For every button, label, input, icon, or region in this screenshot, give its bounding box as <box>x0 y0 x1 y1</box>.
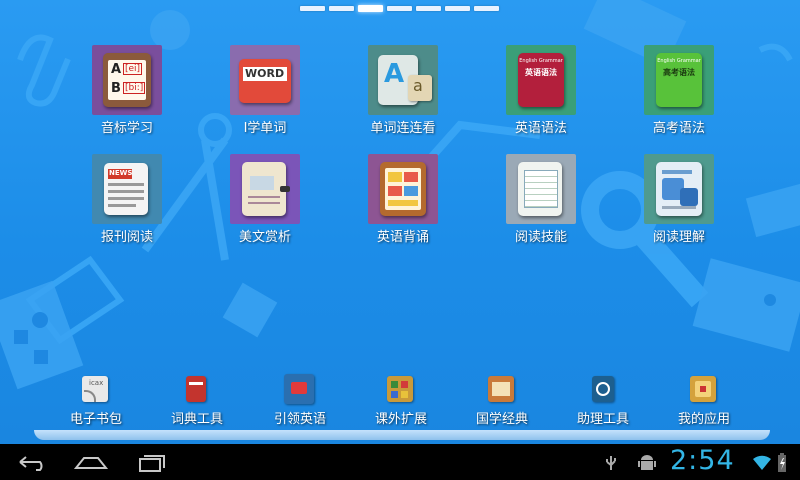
match-letter-big: A <box>384 59 405 89</box>
app-label: 阅读技能 <box>514 230 567 245</box>
grammar-cn-text: 英语语法 <box>525 68 557 77</box>
dock-label: 国学经典 <box>475 412 528 427</box>
recitation-icon <box>380 162 426 216</box>
phonetics-ipa-b: [bi:] <box>123 82 146 94</box>
app-grid: A [ei] B [bi:] 音标学习 WORD I学单词 A a 单词连连看 … <box>0 0 800 260</box>
app-label: 英语语法 <box>514 121 567 136</box>
app-label: 报刊阅读 <box>100 230 153 245</box>
battery-charging-icon <box>778 453 786 472</box>
app-reading-comprehension[interactable]: 阅读理解 <box>618 154 738 254</box>
app-label: 音标学习 <box>100 121 153 136</box>
app-tile-background <box>230 154 300 224</box>
app-newspaper-reading[interactable]: NEWS 报刊阅读 <box>66 154 186 254</box>
dock-item-assistant-tools[interactable]: 助理工具 <box>558 374 648 430</box>
back-icon[interactable] <box>12 450 52 474</box>
app-label: 高考语法 <box>652 121 705 136</box>
match-letter-small: a <box>413 76 423 95</box>
phonetics-icon: A [ei] B [bi:] <box>103 53 151 107</box>
app-iwords[interactable]: WORD I学单词 <box>204 45 324 145</box>
ebook-bag-text: icax <box>89 379 104 387</box>
app-tile-background: NEWS <box>92 154 162 224</box>
dock-item-classics[interactable]: 国学经典 <box>457 374 547 430</box>
dock: icax 电子书包 词典工具 引领英语 课外扩展 国学经典 助理工具 我的应用 <box>0 374 800 434</box>
word-book-text: WORD <box>245 67 285 80</box>
dock-label: 引领英语 <box>273 412 326 427</box>
app-label: 英语背诵 <box>376 230 429 245</box>
app-reading-skills[interactable]: 阅读技能 <box>480 154 600 254</box>
dictionary-icon <box>186 376 206 402</box>
app-tile-background: English Grammar 高考语法 <box>644 45 714 115</box>
app-tile-background: English Grammar 英语语法 <box>506 45 576 115</box>
exam-grammar-book-icon: English Grammar 高考语法 <box>656 53 702 107</box>
app-essay-appreciation[interactable]: 美文赏析 <box>204 154 324 254</box>
classics-icon <box>488 376 514 402</box>
assistant-tools-icon <box>592 376 614 402</box>
app-english-grammar[interactable]: English Grammar 英语语法 英语语法 <box>480 45 600 145</box>
app-label: I学单词 <box>243 121 287 136</box>
news-text: NEWS <box>109 169 133 177</box>
dock-label: 我的应用 <box>677 412 730 427</box>
newspaper-icon: NEWS <box>104 163 148 215</box>
system-navbar: 2:54 <box>0 444 800 480</box>
notebook-icon <box>242 162 290 216</box>
reading-document-icon <box>518 162 562 216</box>
dock-label: 助理工具 <box>576 412 629 427</box>
grammar-en-text: English Grammar <box>519 58 563 64</box>
dock-label: 电子书包 <box>69 412 122 427</box>
app-label: 单词连连看 <box>370 121 436 136</box>
dock-label: 课外扩展 <box>374 412 427 427</box>
dock-item-ebook-bag[interactable]: icax 电子书包 <box>51 374 141 430</box>
dock-item-my-apps[interactable]: 我的应用 <box>659 374 749 430</box>
android-debug-icon <box>638 455 656 470</box>
home-icon[interactable] <box>70 450 110 474</box>
app-tile-background <box>368 154 438 224</box>
app-label: 美文赏析 <box>238 230 291 245</box>
extension-icon <box>387 376 413 402</box>
word-book-icon: WORD <box>239 59 291 103</box>
phonetics-ipa-a: [ei] <box>123 63 143 75</box>
phonetics-letter-a: A <box>111 62 122 77</box>
app-tile-background: A [ei] B [bi:] <box>92 45 162 115</box>
app-tile-background: A a <box>368 45 438 115</box>
dock-item-lead-english[interactable]: 引领英语 <box>255 374 345 430</box>
app-label: 阅读理解 <box>652 230 705 245</box>
dock-item-extension[interactable]: 课外扩展 <box>356 374 446 430</box>
ebook-bag-icon: icax <box>82 376 108 402</box>
english-grammar-book-icon: English Grammar 英语语法 <box>518 53 564 107</box>
comprehension-document-icon <box>656 162 702 216</box>
recent-apps-icon[interactable] <box>130 450 170 474</box>
wifi-icon <box>753 455 771 470</box>
usb-icon <box>606 456 616 470</box>
exam-en-text: English Grammar <box>657 58 701 64</box>
dock-label: 词典工具 <box>170 412 223 427</box>
clock: 2:54 <box>670 445 735 476</box>
app-word-match[interactable]: A a 单词连连看 <box>342 45 462 145</box>
phonetics-letter-b: B <box>111 81 121 96</box>
dock-item-dictionary[interactable]: 词典工具 <box>152 374 242 430</box>
my-apps-icon <box>690 376 716 402</box>
app-english-recitation[interactable]: 英语背诵 <box>342 154 462 254</box>
app-tile-background <box>644 154 714 224</box>
exam-cn-text: 高考语法 <box>663 68 695 77</box>
app-exam-grammar[interactable]: English Grammar 高考语法 高考语法 <box>618 45 738 145</box>
app-tile-background <box>506 154 576 224</box>
lead-english-icon <box>284 374 314 404</box>
app-phonetics[interactable]: A [ei] B [bi:] 音标学习 <box>66 45 186 145</box>
app-tile-background: WORD <box>230 45 300 115</box>
